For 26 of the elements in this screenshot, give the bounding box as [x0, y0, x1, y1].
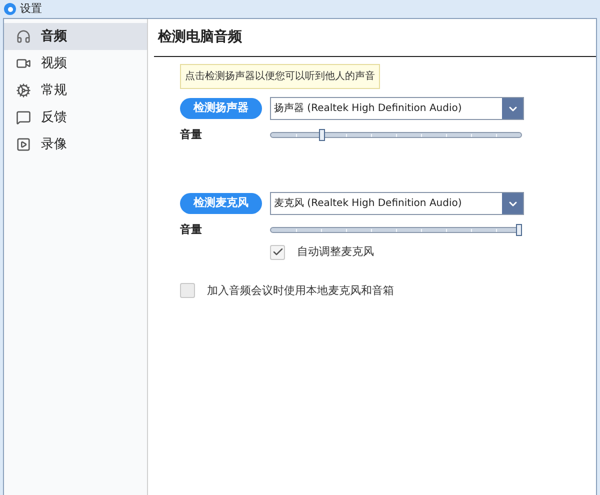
- window-title: 设置: [20, 0, 42, 17]
- checkbox[interactable]: [270, 244, 285, 260]
- sidebar-item[interactable]: 音频: [4, 23, 147, 50]
- sidebar-item[interactable]: 视频: [4, 50, 147, 77]
- message-icon: [16, 110, 31, 125]
- sidebar-item[interactable]: 常规: [4, 77, 147, 104]
- slider-thumb[interactable]: [516, 224, 522, 236]
- sidebar-item[interactable]: 反馈: [4, 104, 147, 131]
- checkbox-label: 加入音频会议时使用本地麦克风和音箱: [207, 282, 394, 298]
- checkbox[interactable]: [180, 283, 195, 298]
- checkbox-label: 自动调整麦克风: [297, 244, 374, 260]
- video-camera-icon: [16, 56, 31, 71]
- sidebar-item[interactable]: 录像: [4, 131, 147, 158]
- gear-icon: [16, 83, 31, 98]
- section-heading: 检测电脑音频: [158, 28, 242, 47]
- app-logo-icon: [4, 3, 16, 15]
- volume-slider[interactable]: [270, 129, 522, 141]
- slider-thumb[interactable]: [319, 129, 326, 141]
- play-square-icon: [16, 137, 31, 152]
- tooltip: 点击检测扬声器以便您可以听到他人的声音: [180, 64, 380, 89]
- volume-slider[interactable]: [270, 224, 522, 236]
- volume-label: 音量: [180, 126, 203, 143]
- device-dropdown[interactable]: 扬声器 (Realtek High Definition Audio): [270, 97, 524, 120]
- volume-label: 音量: [180, 222, 203, 238]
- device-dropdown[interactable]: 麦克风 (Realtek High Definition Audio): [270, 192, 524, 215]
- headphones-icon: [16, 29, 31, 44]
